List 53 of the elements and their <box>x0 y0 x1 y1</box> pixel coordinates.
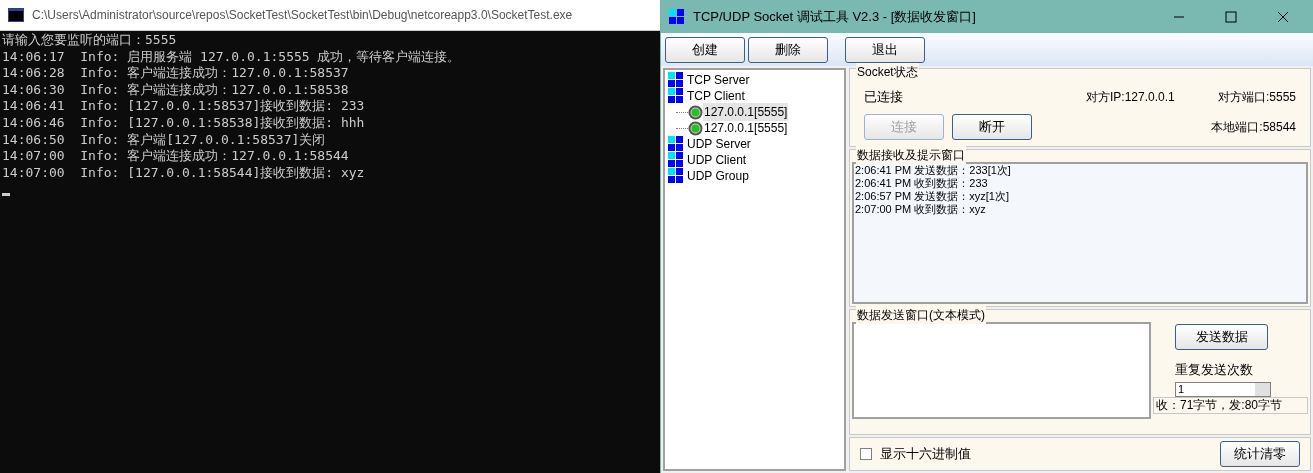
folder-icon <box>668 88 684 104</box>
repeat-label: 重复发送次数 <box>1175 361 1254 379</box>
tree-item[interactable]: 127.0.0.1[5555] <box>703 119 789 137</box>
log-line: 2:07:00 PM 收到数据：xyz <box>855 203 987 216</box>
folder-icon <box>668 72 684 88</box>
console-line: 14:06:50 Info: 客户端[127.0.0.1:58537]关闭 <box>2 131 327 149</box>
console-line: 14:06:30 Info: 客户端连接成功：127.0.0.1:58538 <box>2 81 350 99</box>
log-line: 2:06:41 PM 发送数据：233[1次] <box>855 164 1012 177</box>
console-icon <box>8 8 24 22</box>
maximize-icon[interactable] <box>1225 10 1237 23</box>
peer-port: 对方端口:5555 <box>1217 88 1296 106</box>
button[interactable]: 退出 <box>845 36 925 63</box>
log-line: 2:06:41 PM 收到数据：233 <box>855 177 989 190</box>
log-line: 2:06:57 PM 发送数据：xyz[1次] <box>855 190 1011 203</box>
tree-item[interactable]: TCP Client <box>668 88 844 104</box>
connection-icon <box>688 120 703 136</box>
window-title: C:\Users\Administrator\source\repos\SocketTest\SocketTest\bin\Debug\netcoreapp3.0\SocketTest.exe <box>32 7 573 24</box>
local-port: 本地端口:58544 <box>1211 118 1296 136</box>
app-icon <box>669 8 685 25</box>
button[interactable]: 删除 <box>748 36 828 63</box>
send-input[interactable] <box>852 322 1151 419</box>
folder-icon <box>668 168 684 184</box>
connection-icon <box>688 104 703 120</box>
window-title: TCP/UDP Socket 调试工具 V2.3 - [数据收发窗口] <box>693 7 977 26</box>
connection-status: 已连接 <box>864 88 904 106</box>
tree-item[interactable]: 127.0.0.1[5555] <box>703 103 789 121</box>
console-line: 14:06:28 Info: 客户端连接成功：127.0.0.1:58537 <box>2 65 350 82</box>
tree-item[interactable]: TCP Server <box>668 72 844 88</box>
tree-item[interactable]: UDP Client <box>668 152 844 168</box>
byte-stats: 收：71字节，发:80字节 <box>1153 396 1308 414</box>
checkbox[interactable] <box>860 448 872 460</box>
button[interactable]: 统计清零 <box>1220 441 1300 467</box>
button[interactable]: 发送数据 <box>1175 324 1268 350</box>
console-line: 14:06:17 Info: 启用服务端 127.0.0.1:5555 成功，等待客户端连接。 <box>2 48 462 66</box>
cursor-icon <box>2 193 10 197</box>
tree-item[interactable]: UDP Group <box>668 168 844 184</box>
receive-log[interactable]: 2:06:41 PM 发送数据：233[1次] 2:06:41 PM 收到数据：233 2:06:57 PM 发送数据：xyz[1次] 2:07:00 PM 收到数据：xyz <box>852 162 1308 304</box>
group-title: 数据接收及提示窗口 <box>856 146 966 164</box>
console-line: 请输入您要监听的端口：5555 <box>2 32 178 49</box>
console-line: 14:07:00 Info: [127.0.0.1:58544]接收到数据: xyz <box>2 164 366 182</box>
close-icon[interactable] <box>1277 10 1289 23</box>
peer-ip: 对方IP:127.0.0.1 <box>1085 88 1176 106</box>
tree-item[interactable]: UDP Server <box>668 136 844 152</box>
group-title: Socket状态 <box>856 63 919 81</box>
folder-icon <box>668 152 684 168</box>
folder-icon <box>668 136 684 152</box>
button[interactable]: 断开 <box>952 113 1032 140</box>
console-line: 14:06:46 Info: [127.0.0.1:58538]接收到数据: hhh <box>2 114 366 132</box>
console-line: 14:06:41 Info: [127.0.0.1:58537]接收到数据: 233 <box>2 98 366 115</box>
button[interactable]: 创建 <box>665 36 745 63</box>
console-line: 14:07:00 Info: 客户端连接成功：127.0.0.1:58544 <box>2 148 350 165</box>
repeat-count-select[interactable]: 1 <box>1175 381 1271 397</box>
checkbox-label: 显示十六进制值 <box>880 445 972 464</box>
